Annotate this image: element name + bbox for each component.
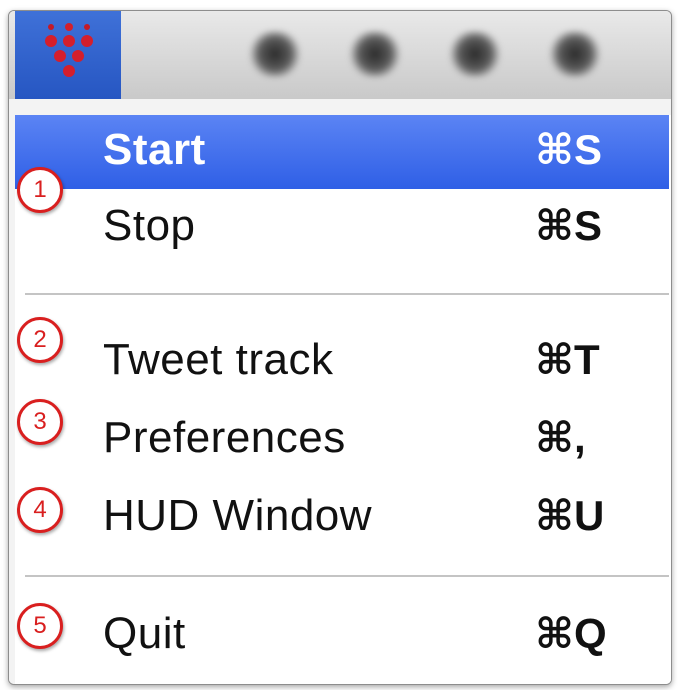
callout-badge-5: 5 — [17, 603, 63, 649]
menu-item-tweet-track[interactable]: Tweet track ⌘T — [15, 325, 669, 399]
menu-item-label: Stop — [103, 201, 196, 250]
menu-item-shortcut: ⌘S — [535, 126, 602, 173]
blurred-menubar-icon — [449, 31, 501, 77]
menu-item-start[interactable]: Start ⌘S — [15, 115, 669, 189]
menu-item-shortcut: ⌘Q — [535, 610, 607, 657]
menu-item-label: Start — [103, 125, 206, 174]
menu-bar — [9, 11, 671, 100]
blurred-menubar-icon — [549, 31, 601, 77]
menu-item-hud-window[interactable]: HUD Window ⌘U — [15, 481, 669, 555]
menu-item-label: Preferences — [103, 413, 346, 462]
blurred-menubar-icon — [249, 31, 301, 77]
red-dot-pyramid-icon — [45, 23, 93, 77]
menu-item-shortcut: ⌘T — [535, 336, 600, 383]
callout-badge-4: 4 — [17, 487, 63, 533]
menu-window: Start ⌘S Stop ⌘S Tweet track ⌘T Preferen… — [8, 10, 672, 685]
callout-badge-3: 3 — [17, 399, 63, 445]
menu-item-label: Tweet track — [103, 335, 334, 384]
callout-badge-2: 2 — [17, 317, 63, 363]
menu-item-stop[interactable]: Stop ⌘S — [15, 191, 669, 265]
menu-item-shortcut: ⌘, — [535, 414, 586, 461]
blurred-menubar-icon — [349, 31, 401, 77]
menu-item-label: Quit — [103, 609, 186, 658]
dropdown-menu: Start ⌘S Stop ⌘S Tweet track ⌘T Preferen… — [15, 115, 671, 684]
menu-separator — [25, 293, 669, 295]
menu-separator — [25, 575, 669, 577]
menu-item-quit[interactable]: Quit ⌘Q — [15, 599, 669, 673]
status-item-app-icon[interactable] — [15, 11, 121, 99]
menu-item-shortcut: ⌘S — [535, 202, 602, 249]
menu-item-preferences[interactable]: Preferences ⌘, — [15, 403, 669, 477]
menu-item-shortcut: ⌘U — [535, 492, 605, 539]
menu-item-label: HUD Window — [103, 491, 373, 540]
callout-badge-1: 1 — [17, 167, 63, 213]
